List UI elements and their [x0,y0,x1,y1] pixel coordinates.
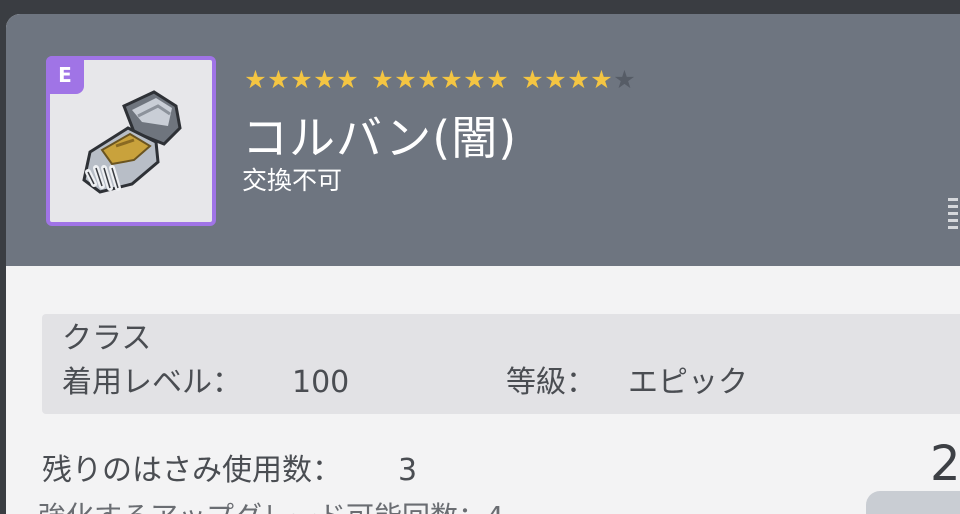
star-filled-icon: ★ [394,65,417,94]
scroll-handle[interactable] [948,198,958,232]
star-filled-icon: ★ [244,65,267,94]
star-filled-icon: ★ [521,65,544,94]
rank-label: 等級： [506,365,596,400]
item-header: E ★ ★ ★ ★ ★ ★ ★ ★ ★ ★ ★ ★ ★ ★ ★ ★ コルバン(闇) 交換不可 [6,14,960,266]
star-filled-icon: ★ [590,65,613,94]
truncated-info-line: 強化するアップグレード可能回数：4 [38,500,558,514]
star-filled-icon: ★ [417,65,440,94]
star-filled-icon: ★ [290,65,313,94]
item-name: コルバン(闇) [242,111,518,165]
star-filled-icon: ★ [313,65,336,94]
star-filled-icon: ★ [486,65,509,94]
scissors-value: 3 [398,453,418,488]
star-filled-icon: ★ [267,65,290,94]
item-icon-frame[interactable]: E [46,56,216,226]
scissors-label: 残りのはさみ使用数： [42,453,342,488]
star-filled-icon: ★ [463,65,486,94]
item-detail-panel: E ★ ★ ★ ★ ★ ★ ★ ★ ★ ★ ★ ★ ★ ★ ★ ★ コルバン(闇) 交換不可 クラス 着用レベ… [6,14,960,514]
side-counter: 2 [930,436,960,492]
gauntlet-icon [82,90,182,194]
star-rating: ★ ★ ★ ★ ★ ★ ★ ★ ★ ★ ★ ★ ★ ★ ★ ★ [244,66,636,94]
star-empty-icon: ★ [613,65,636,94]
star-filled-icon: ★ [336,65,359,94]
rank-value: エピック [628,365,748,400]
item-info-box: クラス 着用レベル： 100 等級： エピック [42,314,960,414]
class-label: クラス [62,321,152,356]
star-filled-icon: ★ [567,65,590,94]
star-filled-icon: ★ [544,65,567,94]
star-filled-icon: ★ [371,65,394,94]
level-value: 100 [292,365,350,400]
star-filled-icon: ★ [440,65,463,94]
level-label: 着用レベル： [62,365,242,400]
trade-status: 交換不可 [242,166,343,195]
